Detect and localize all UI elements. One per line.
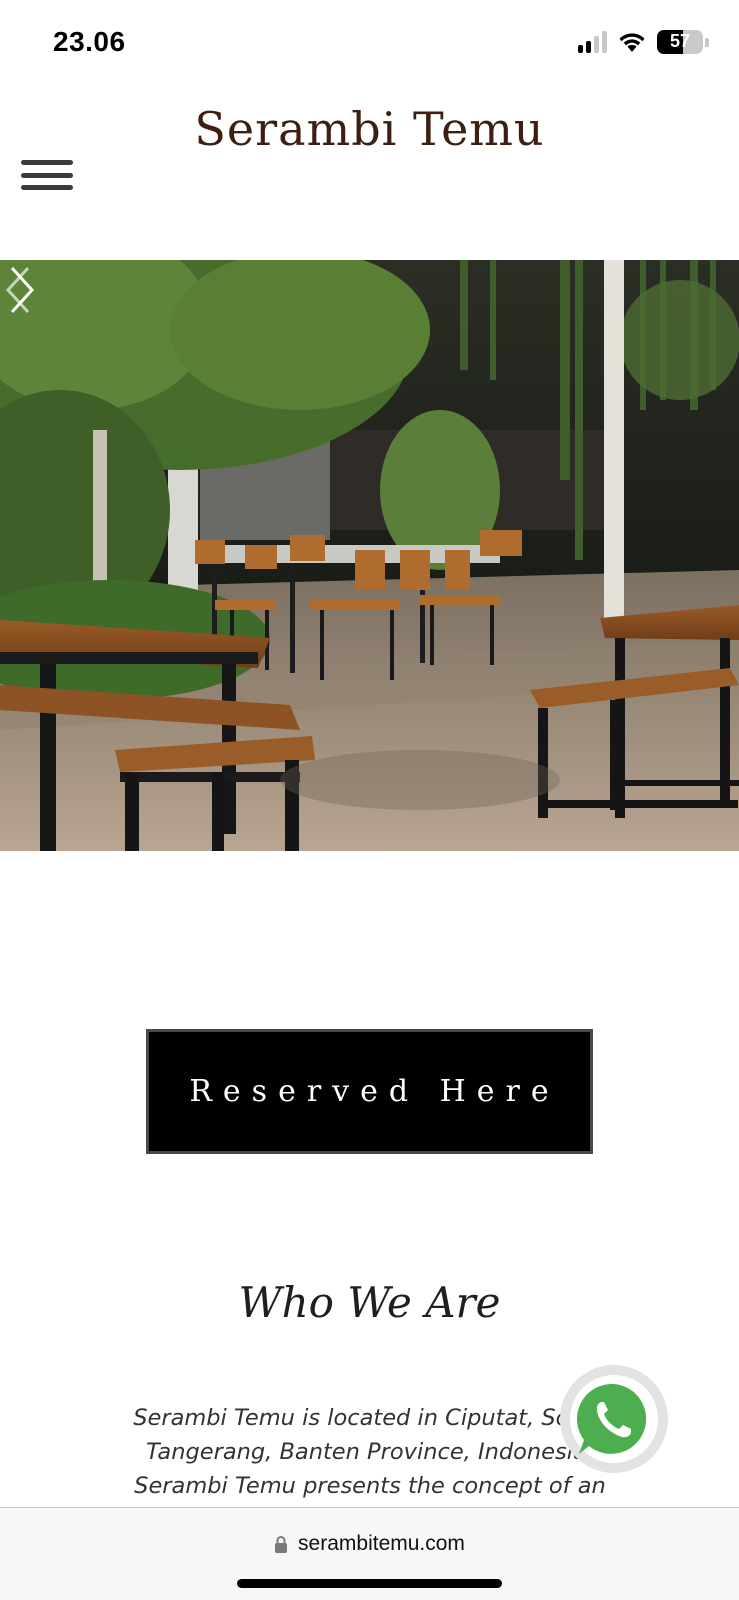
url-box[interactable]: serambitemu.com	[0, 1532, 739, 1556]
battery-tip	[705, 37, 709, 47]
battery-icon: 57	[657, 30, 703, 54]
battery-level: 57	[669, 31, 691, 51]
status-bar: 23.06 57	[0, 0, 739, 90]
hamburger-menu-icon[interactable]	[21, 160, 73, 190]
lock-icon	[275, 1536, 288, 1553]
status-icons: 57	[578, 30, 709, 54]
hero-image	[0, 260, 739, 851]
section-title-who-we-are: Who We Are	[238, 1278, 501, 1327]
chevron-right-icon[interactable]	[0, 260, 40, 320]
site-header: Serambi Temu	[0, 90, 739, 260]
whatsapp-icon	[576, 1383, 647, 1454]
home-indicator[interactable]	[237, 1579, 502, 1588]
whatsapp-button[interactable]	[560, 1365, 668, 1473]
wifi-icon	[619, 33, 645, 52]
browser-address-bar[interactable]: serambitemu.com	[0, 1507, 739, 1600]
url-text: serambitemu.com	[298, 1532, 465, 1555]
status-time: 23.06	[53, 26, 126, 57]
about-text: Serambi Temu is located in Ciputat, Sout…	[133, 1405, 607, 1499]
cellular-signal-icon	[578, 31, 607, 53]
hero-slider[interactable]	[0, 260, 739, 851]
whatsapp-button-inner	[570, 1375, 658, 1463]
site-logo[interactable]: Serambi Temu	[0, 102, 739, 156]
reserve-button[interactable]: Reserved Here	[146, 1029, 593, 1154]
